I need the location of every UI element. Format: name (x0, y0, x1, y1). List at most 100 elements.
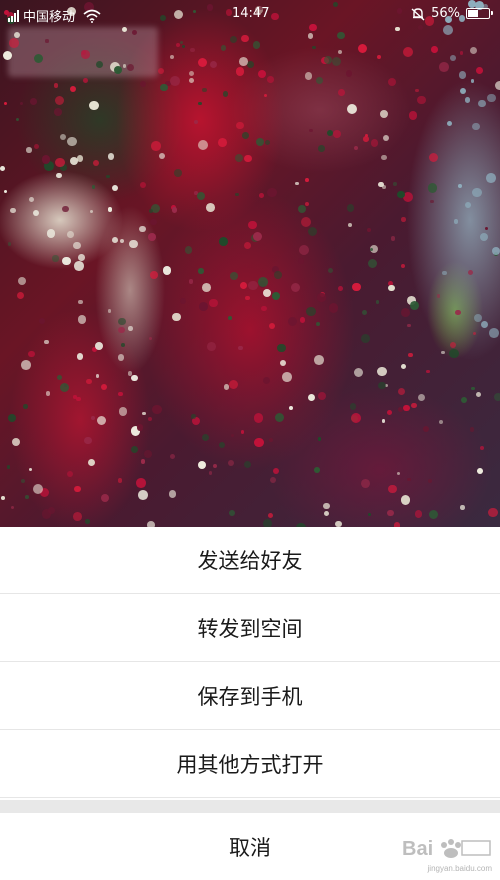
flower-speck (28, 468, 32, 472)
flower-speck (306, 306, 316, 317)
save-to-phone-button[interactable]: 保存到手机 (0, 663, 500, 730)
flower-speck (338, 88, 346, 96)
flower-speck (401, 308, 410, 317)
flower-speck (375, 300, 379, 304)
flower-speck (179, 40, 184, 45)
flower-speck (169, 55, 175, 60)
flower-speck (476, 66, 484, 74)
flower-speck (236, 121, 244, 129)
flower-speck (453, 219, 459, 224)
flower-speck (176, 43, 181, 48)
flower-speck (299, 316, 306, 323)
flower-speck (323, 510, 330, 517)
flower-speck (268, 322, 276, 329)
flower-speck (128, 326, 133, 331)
flower-speck (493, 393, 500, 402)
flower-speck (218, 138, 228, 147)
flower-speck (417, 95, 426, 105)
flower-speck (304, 72, 313, 81)
flower-speck (472, 123, 480, 131)
flower-speck (469, 47, 477, 55)
flower-speck (318, 392, 327, 401)
flower-speck (301, 216, 312, 227)
flower-speck (253, 41, 261, 49)
status-left: 中国移动 (8, 6, 101, 25)
flower-speck (314, 355, 324, 366)
flower-speck (59, 133, 67, 141)
flower-speck (229, 509, 236, 516)
flower-speck (366, 228, 371, 233)
flower-speck (151, 141, 161, 151)
flower-speck (76, 396, 82, 402)
flower-speck (148, 208, 153, 214)
flower-speck (257, 69, 267, 79)
flower-speck (381, 419, 386, 424)
flower-speck (460, 505, 465, 510)
flower-speck (66, 470, 74, 478)
flower-speck (409, 301, 419, 311)
flower-speck (76, 155, 84, 162)
flower-speck (248, 280, 258, 291)
flower-speck (387, 284, 395, 292)
flower-speck (396, 472, 400, 476)
open-with-other-button[interactable]: 用其他方式打开 (0, 731, 500, 798)
flower-speck (259, 193, 264, 199)
flower-speck (243, 241, 251, 249)
flower-speck (268, 437, 273, 442)
flower-speck (371, 139, 379, 147)
flower-speck (332, 57, 342, 67)
flower-speck (30, 98, 37, 106)
flower-speck (436, 294, 441, 299)
flower-speck (73, 395, 77, 399)
flower-speck (333, 129, 342, 138)
flower-speck (114, 65, 122, 74)
flower-speck (85, 519, 90, 525)
flower-speck (381, 154, 387, 161)
flower-speck (26, 147, 32, 153)
flower-speck (107, 309, 112, 313)
flower-speck (477, 99, 486, 108)
flower-speck (357, 43, 367, 53)
flower-speck (10, 207, 17, 214)
flower-speck (189, 78, 194, 84)
flower-speck (180, 298, 187, 305)
flower-speck (32, 483, 43, 494)
flower-speck (475, 392, 482, 398)
flower-speck (350, 412, 361, 423)
flower-speck (336, 31, 345, 40)
flower-speck (230, 272, 238, 280)
share-to-space-button[interactable]: 转发到空间 (0, 595, 500, 662)
flower-speck (349, 403, 357, 410)
send-to-friend-button[interactable]: 发送给好友 (0, 527, 500, 594)
flower-speck (182, 44, 186, 48)
flower-speck (272, 467, 280, 474)
flower-speck (95, 374, 100, 378)
flower-speck (476, 468, 483, 475)
flower-speck (450, 55, 456, 61)
flower-speck (464, 202, 471, 209)
flower-speck (454, 309, 461, 316)
flower-speck (382, 134, 389, 141)
flower-speck (74, 485, 81, 493)
flower-speck (263, 519, 272, 527)
flower-speck (230, 434, 235, 438)
flower-speck (486, 173, 496, 183)
flower-speck (397, 191, 405, 199)
flower-speck (29, 197, 34, 203)
flower-speck (78, 254, 85, 262)
flower-speck (172, 312, 181, 322)
flower-speck (317, 293, 326, 302)
flower-speck (149, 271, 158, 279)
sheet-separator (0, 800, 500, 813)
flower-speck (305, 178, 310, 182)
flower-speck (87, 458, 96, 467)
flower-speck (118, 407, 127, 416)
flower-speck (202, 87, 207, 93)
flower-speck (33, 209, 40, 216)
status-bar: 中国移动 14:47 56% (0, 0, 500, 28)
flower-speck (377, 55, 382, 60)
flower-speck (6, 465, 11, 469)
flower-speck (77, 315, 87, 324)
flower-speck (446, 120, 452, 126)
flower-speck (111, 184, 119, 192)
